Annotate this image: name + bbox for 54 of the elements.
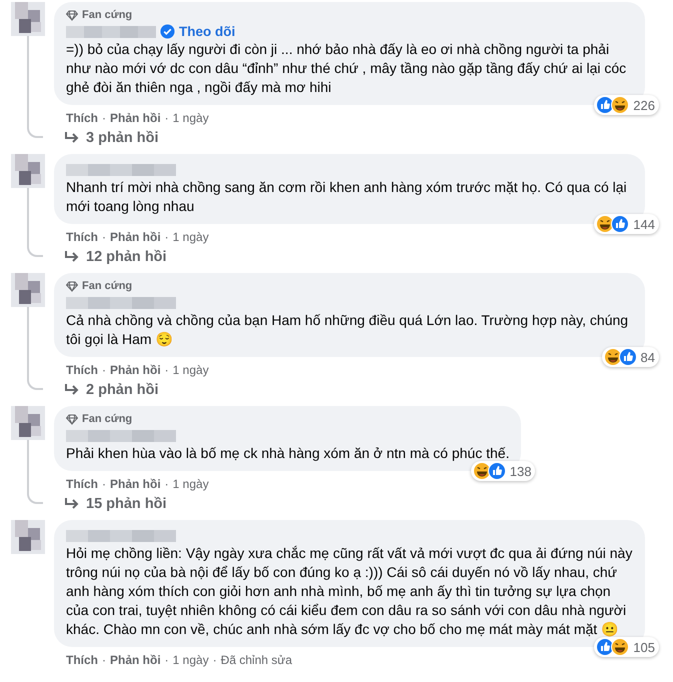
like-link[interactable]: Thích: [66, 477, 98, 491]
reply-arrow-icon: [64, 383, 80, 397]
comment-text: Nhanh trí mời nhà chồng sang ăn cơm rồi khen anh hàng xóm trước mặt họ. Có qua có lại mới toang lòng nhau: [66, 179, 627, 214]
separator-dot: ·: [164, 230, 169, 244]
separator-dot: ·: [102, 363, 106, 377]
diamond-icon: [66, 10, 78, 20]
reply-link[interactable]: Phản hồi: [110, 363, 161, 377]
reply-link[interactable]: Phản hồi: [110, 230, 161, 244]
separator-dot: ·: [102, 111, 106, 125]
comment-text: Cả nhà chồng và chồng của bạn Ham hố những điều quá Lớn lao. Trường hợp này, chúng tôi gọi là Ham 😌: [66, 312, 628, 347]
reply-link[interactable]: Phản hồi: [110, 111, 161, 125]
comment-time[interactable]: 1 ngày: [172, 111, 209, 125]
comment-time[interactable]: 1 ngày: [172, 230, 209, 244]
separator-dot: ·: [164, 111, 169, 125]
badge-label: Fan cứng: [82, 412, 132, 426]
reply-link[interactable]: Phản hồi: [110, 477, 161, 491]
separator-dot: ·: [102, 230, 106, 244]
reaction-count[interactable]: 84: [602, 347, 659, 367]
reaction-count[interactable]: 105: [594, 637, 659, 657]
view-replies-link[interactable]: 2 phản hồi: [54, 378, 158, 402]
separator-dot: ·: [164, 477, 169, 491]
separator-dot: ·: [164, 653, 169, 667]
like-link[interactable]: Thích: [66, 653, 98, 667]
badge-label: Fan cứng: [82, 8, 132, 22]
comment-time[interactable]: 1 ngày: [172, 363, 209, 377]
like-link[interactable]: Thích: [66, 363, 98, 377]
view-replies-link[interactable]: 15 phản hồi: [54, 492, 167, 516]
comment-time[interactable]: 1 ngày: [172, 653, 209, 667]
separator-dot: ·: [212, 653, 217, 667]
separator-dot: ·: [102, 477, 106, 491]
reply-arrow-icon: [64, 131, 80, 145]
reaction-count[interactable]: 144: [594, 214, 659, 234]
view-replies-link[interactable]: 12 phản hồi: [54, 245, 167, 269]
diamond-icon: [66, 414, 78, 424]
comment-text: Hỏi mẹ chồng liền: Vậy ngày xưa chắc mẹ cũng rất vất vả mới vượt đc qua ải đứng núi này trông núi nọ của bà nội để lấy bố con đúng ko ạ :))) Cái sô cái duyến nó vồ lấy nhau, chứ anh hàng xóm thích con giỏi hơn anh nhà mình, bố mẹ anh ấy thì tin tưởng sự lựa chọn của con trai, tuyệt nhiên không có cái kiểu đem con dâu ra so sánh với con dâu nhà người khác. Chào mn con về, chúc anh nhà sớm lấy đc vợ cho bố cho mẹ mát mày mát mặt 😐: [66, 545, 632, 637]
separator-dot: ·: [102, 653, 106, 667]
reaction-count[interactable]: 138: [470, 461, 536, 481]
like-link[interactable]: Thích: [66, 230, 98, 244]
reply-arrow-icon: [64, 497, 80, 511]
comment-text: Phải khen hùa vào là bố mẹ ck nhà hàng xóm ăn ở ntn mà có phúc thế.: [66, 445, 510, 461]
view-replies-link[interactable]: 3 phản hồi: [54, 126, 158, 150]
badge-label: Fan cứng: [82, 279, 132, 293]
comment-time[interactable]: 1 ngày: [172, 477, 209, 491]
edited-label: Đã chỉnh sửa: [220, 653, 292, 667]
follow-link[interactable]: Theo dõi: [179, 22, 236, 40]
thread-line: [27, 440, 43, 504]
comment-text: =)) bỏ của chạy lấy người đi còn ji ... nhớ bảo nhà đấy là eo ơi nhà chồng người ta phải như nào mới vớ dc con dâu “đỉnh” như thé chứ , mây tầng nào gặp tầng đấy chứ ai lại cóc ghẻ đòi ăn thiên nga , ngồi đấy mà mơ hihi: [66, 41, 626, 95]
reply-arrow-icon: [64, 250, 80, 264]
reaction-count[interactable]: 226: [594, 95, 659, 115]
thread-line: [27, 188, 43, 257]
diamond-icon: [66, 280, 78, 292]
like-link[interactable]: Thích: [66, 111, 98, 125]
reply-link[interactable]: Phản hồi: [110, 653, 161, 667]
separator-dot: ·: [164, 363, 169, 377]
